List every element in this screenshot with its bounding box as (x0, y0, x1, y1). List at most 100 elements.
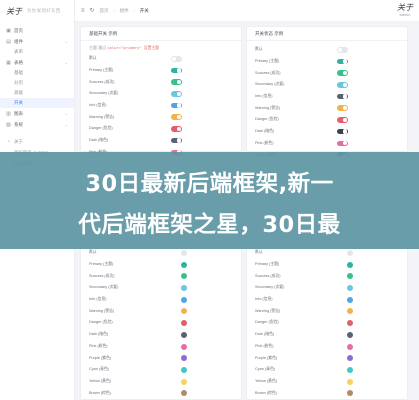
switch-panel-basic: 基础开关 示例 主题 通过 color="primary" 设置主题 默认 Pri… (80, 26, 242, 179)
switch-row: Success (成功) (255, 67, 407, 79)
color-dot[interactable] (181, 355, 187, 362)
switch-row: Secondary (次要) (89, 282, 241, 294)
toggle-switch[interactable] (337, 93, 348, 100)
color-dot[interactable] (181, 261, 187, 268)
color-dot[interactable] (181, 296, 187, 303)
panel-description-code: color="primary" 设置主题 (107, 45, 160, 50)
switch-label: Purple (紫色) (89, 355, 112, 360)
sidebar-item-label: 组件 (14, 38, 23, 44)
toggle-switch[interactable] (171, 79, 182, 85)
color-dot[interactable] (181, 308, 187, 315)
toggle-switch[interactable] (171, 56, 182, 62)
brand[interactable]: 关于 为你发现好东西 (0, 0, 74, 22)
switch-label: 默认 (89, 250, 97, 255)
switch-row: Pink (粉色) (255, 341, 407, 353)
color-dot[interactable] (347, 273, 353, 280)
color-dot[interactable] (347, 378, 353, 385)
switch-label: Secondary (次要) (89, 91, 119, 96)
toggle-knob (342, 59, 348, 64)
toggle-knob (342, 106, 348, 111)
sidebar-item[interactable]: ▧ 系统 ⌄ (0, 119, 74, 130)
switch-row: Cyan (青色) (89, 364, 241, 376)
toggle-knob (342, 129, 348, 134)
sidebar-item[interactable]: ▥ 图表 ⌄ (0, 108, 74, 119)
switch-label: Warning (警告) (255, 105, 281, 110)
switch-row: Warning (警告) (255, 102, 407, 114)
toggle-switch[interactable] (171, 102, 182, 109)
switch-label: Info (信息) (255, 297, 273, 302)
color-dot[interactable] (347, 308, 353, 315)
toggle-knob (342, 141, 348, 146)
color-dot[interactable] (181, 273, 187, 280)
switch-label: Dark (暗色) (89, 138, 109, 143)
switch-row: Brown (棕色) (89, 387, 241, 399)
toggle-switch[interactable] (337, 128, 348, 135)
toggle-switch[interactable] (337, 47, 348, 53)
toggle-switch[interactable] (337, 140, 348, 147)
color-dot[interactable] (347, 261, 353, 268)
color-dot[interactable] (181, 285, 187, 292)
toggle-knob (176, 138, 182, 143)
switch-label: Primary (主题) (89, 68, 114, 73)
color-dot[interactable] (181, 343, 187, 350)
color-dot[interactable] (347, 320, 353, 327)
sidebar-item[interactable]: ▣ 首页 (0, 25, 74, 36)
user-menu[interactable]: 关于 admin (397, 3, 413, 17)
toggle-switch[interactable] (337, 117, 348, 123)
color-dot[interactable] (181, 366, 187, 373)
toggle-switch[interactable] (171, 126, 182, 132)
switch-row: Dark (暗色) (89, 135, 241, 147)
breadcrumb-item[interactable]: 首页 (100, 8, 109, 14)
switch-row: Info (信息) (89, 294, 241, 306)
color-dot[interactable] (347, 355, 353, 362)
switch-row: 默认 (255, 44, 407, 56)
sidebar-item[interactable]: ▤ 组件 ⌄ (0, 36, 74, 47)
toggle-switch[interactable] (171, 114, 182, 121)
switch-row: Purple (紫色) (89, 352, 241, 364)
banner-line-2: 代后端框架之星，30日最 (78, 212, 341, 238)
panel-title: 开关状态 示例 (247, 27, 407, 41)
toggle-switch[interactable] (337, 70, 348, 76)
color-dot[interactable] (347, 331, 353, 338)
top-bar: ≡ ↻ 首页 / 组件 / 开关 关于 admin (75, 0, 419, 22)
toggle-knob (342, 70, 348, 76)
sidebar-subitem[interactable]: 表单 (0, 47, 74, 57)
toggle-switch[interactable] (171, 67, 182, 74)
color-dot[interactable] (347, 366, 353, 373)
switch-label: Danger (危险) (89, 320, 113, 325)
color-dot[interactable] (347, 285, 353, 292)
toggle-switch[interactable] (337, 58, 348, 65)
breadcrumb-item[interactable]: 组件 (120, 8, 129, 14)
switch-label: Brown (棕色) (89, 390, 111, 395)
menu-toggle-icon[interactable]: ≡ (81, 8, 85, 14)
color-dot[interactable] (181, 250, 187, 256)
color-dot[interactable] (347, 390, 353, 397)
switch-row: Pink (粉色) (255, 138, 407, 150)
brand-tagline: 为你发现好东西 (27, 8, 61, 13)
sidebar-subitem[interactable]: 基础 (0, 68, 74, 78)
switch-label: Brown (棕色) (255, 390, 277, 395)
switch-label: Warning (警告) (89, 308, 115, 313)
color-dot[interactable] (181, 390, 187, 397)
sidebar-footer-label: 关于 (14, 138, 23, 144)
toggle-knob (171, 56, 177, 61)
toggle-switch[interactable] (337, 105, 348, 112)
switch-label: Success (成功) (89, 273, 115, 278)
sidebar-subitem[interactable]: 分页 (0, 78, 74, 88)
color-dot[interactable] (347, 343, 353, 350)
color-dot[interactable] (347, 250, 353, 256)
toggle-switch[interactable] (171, 91, 182, 97)
refresh-icon[interactable]: ↻ (90, 7, 95, 14)
sidebar-item[interactable]: ▦ 表格 ⌄ (0, 57, 74, 68)
toggle-switch[interactable] (171, 137, 182, 144)
color-dot[interactable] (181, 320, 187, 327)
sidebar-subitem[interactable]: 高级 (0, 88, 74, 98)
sidebar-footer-item[interactable]: ◔ 关于 (0, 136, 74, 147)
color-dot[interactable] (181, 331, 187, 338)
chevron-down-icon: ⌄ (64, 122, 68, 127)
sidebar-subitem[interactable]: 开关 (0, 98, 74, 108)
toggle-switch[interactable] (337, 82, 348, 88)
color-dot[interactable] (181, 378, 187, 385)
switch-panel-state: 开关状态 示例 默认 Primary (主题) Success (成功) Second… (246, 26, 408, 170)
color-dot[interactable] (347, 296, 353, 303)
